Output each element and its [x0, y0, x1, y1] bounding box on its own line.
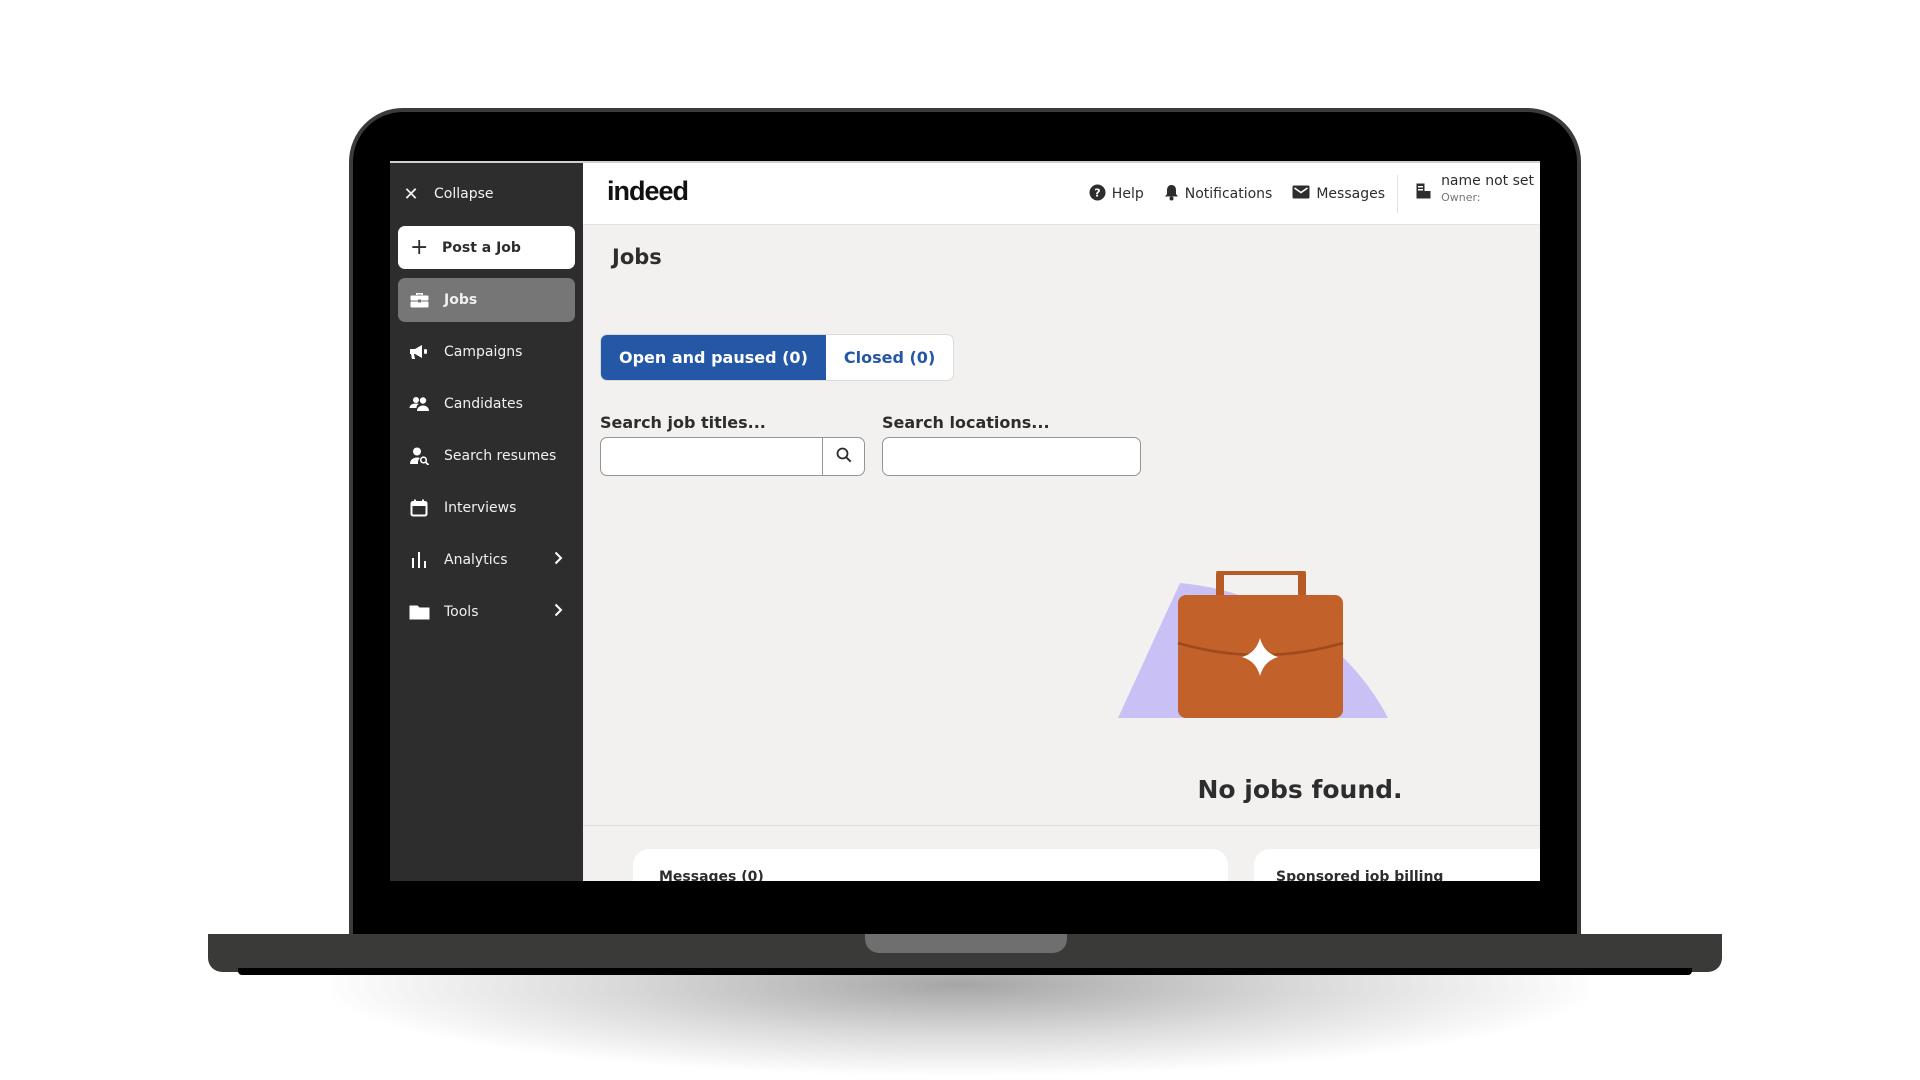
close-icon: ✕	[403, 183, 419, 205]
sidebar-item-label: Search resumes	[444, 448, 557, 464]
help-link[interactable]: ? Help	[1089, 184, 1144, 205]
help-label: Help	[1111, 186, 1144, 202]
laptop-notch	[865, 934, 1067, 953]
messages-card-title: Messages (0)	[659, 869, 764, 881]
sidebar-item-candidates[interactable]: Candidates	[398, 382, 575, 426]
sidebar-item-jobs[interactable]: Jobs	[398, 278, 575, 322]
person-search-icon	[408, 447, 430, 465]
sidebar-item-search-resumes[interactable]: Search resumes	[398, 434, 575, 478]
search-locations-label: Search locations...	[882, 413, 1050, 432]
search-job-titles-label: Search job titles...	[600, 413, 766, 432]
notifications-link[interactable]: Notifications	[1164, 184, 1273, 205]
search-button[interactable]	[822, 438, 864, 475]
chevron-right-icon	[554, 603, 563, 621]
account-menu[interactable]: name not set Owner:	[1416, 173, 1534, 204]
tab-open-and-paused[interactable]: Open and paused (0)	[601, 335, 826, 380]
account-owner: Owner:	[1441, 191, 1481, 204]
laptop-base-lip	[238, 968, 1692, 975]
page-title: Jobs	[612, 245, 662, 269]
search-locations-input[interactable]	[883, 438, 1140, 475]
account-name: name not set	[1441, 173, 1534, 189]
messages-card[interactable]: Messages (0)	[633, 849, 1228, 881]
plus-icon: +	[410, 234, 429, 260]
sponsored-job-billing-card[interactable]: Sponsored job billing	[1254, 849, 1540, 881]
sidebar-item-label: Candidates	[444, 396, 523, 412]
sidebar-item-label: Jobs	[444, 292, 478, 308]
logo-text: indeed	[607, 176, 689, 206]
account-info: name not set Owner:	[1441, 173, 1534, 204]
search-job-titles-field	[600, 437, 865, 476]
collapse-label: Collapse	[434, 186, 494, 202]
folder-icon	[408, 603, 430, 621]
sidebar-item-campaigns[interactable]: Campaigns	[398, 330, 575, 374]
sidebar-item-label: Interviews	[444, 500, 517, 516]
post-job-label: Post a Job	[442, 239, 521, 256]
search-job-titles-input[interactable]	[601, 438, 822, 475]
search-locations-field	[882, 437, 1141, 476]
sidebar-item-tools[interactable]: Tools	[398, 590, 575, 634]
job-status-tabs: Open and paused (0) Closed (0)	[600, 334, 955, 381]
sidebar-item-label: Tools	[444, 604, 479, 620]
laptop-shadow	[330, 975, 1590, 1075]
bar-chart-icon	[408, 551, 430, 569]
building-icon	[1416, 183, 1431, 204]
billing-card-title: Sponsored job billing	[1276, 869, 1444, 881]
sidebar: ✕ Collapse + Post a Job Jobs Campaigns C…	[390, 163, 583, 881]
tab-closed[interactable]: Closed (0)	[826, 335, 953, 380]
sidebar-item-analytics[interactable]: Analytics	[398, 538, 575, 582]
section-divider	[583, 825, 1540, 826]
indeed-logo[interactable]: indeed	[607, 176, 689, 207]
megaphone-icon	[408, 343, 430, 361]
top-header: indeed ? Help Notifications Messages nam…	[583, 163, 1540, 225]
sidebar-nav: Jobs Campaigns Candidates Search resumes…	[398, 278, 575, 642]
sidebar-item-label: Campaigns	[444, 344, 523, 360]
svg-text:?: ?	[1094, 186, 1100, 199]
app-screen: ✕ Collapse + Post a Job Jobs Campaigns C…	[390, 161, 1540, 881]
header-nav: ? Help Notifications Messages	[1089, 163, 1385, 225]
envelope-icon	[1292, 185, 1310, 203]
messages-link[interactable]: Messages	[1292, 185, 1385, 203]
people-icon	[408, 395, 430, 413]
laptop-mockup: ✕ Collapse + Post a Job Jobs Campaigns C…	[0, 0, 1920, 1080]
messages-label: Messages	[1316, 186, 1385, 202]
chevron-right-icon	[554, 551, 563, 569]
help-icon: ?	[1089, 184, 1106, 205]
calendar-icon	[408, 499, 430, 517]
empty-state-message: No jobs found.	[1197, 775, 1403, 804]
briefcase-icon	[408, 291, 430, 309]
post-job-button[interactable]: + Post a Job	[398, 226, 575, 269]
search-icon	[836, 447, 852, 467]
header-divider	[1397, 175, 1398, 213]
bell-icon	[1164, 184, 1179, 205]
empty-state-illustration	[1118, 567, 1398, 725]
sidebar-item-label: Analytics	[444, 552, 508, 568]
collapse-button[interactable]: ✕ Collapse	[402, 179, 494, 209]
sidebar-item-interviews[interactable]: Interviews	[398, 486, 575, 530]
notifications-label: Notifications	[1184, 186, 1273, 202]
